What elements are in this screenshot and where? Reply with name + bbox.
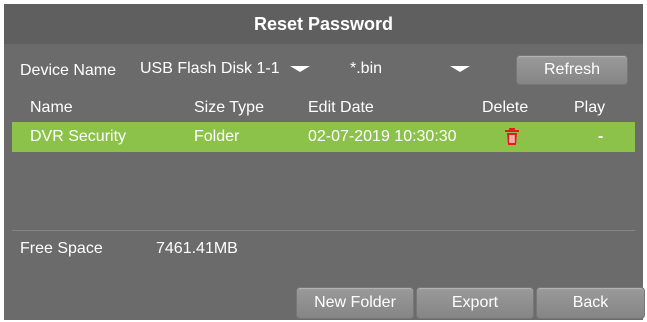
table-row[interactable]: DVR Security Folder 02-07-2019 10:30:30 … <box>12 122 635 152</box>
table-divider <box>12 230 635 231</box>
dialog-title: Reset Password <box>253 13 394 34</box>
file-filter-dropdown[interactable]: *.bin <box>350 60 470 78</box>
column-header-delete: Delete <box>482 99 529 116</box>
play-button[interactable]: - <box>598 122 603 152</box>
export-label: Export <box>451 294 499 311</box>
chevron-down-icon <box>289 66 310 72</box>
row-edit-date: 02-07-2019 10:30:30 <box>308 128 457 145</box>
column-header-name: Name <box>30 99 73 116</box>
device-name-value: USB Flash Disk 1-1 <box>140 60 280 77</box>
refresh-button[interactable]: Refresh <box>516 55 628 85</box>
new-folder-button[interactable]: New Folder <box>296 287 414 319</box>
device-name-label: Device Name <box>20 62 117 79</box>
row-size-type: Folder <box>194 128 240 145</box>
free-space-label: Free Space <box>20 240 103 257</box>
export-button[interactable]: Export <box>416 287 534 319</box>
chevron-down-icon <box>450 66 470 72</box>
back-button[interactable]: Back <box>536 287 645 319</box>
reset-password-dialog: Reset Password Device Name USB Flash Dis… <box>4 4 645 320</box>
new-folder-label: New Folder <box>314 294 396 311</box>
trash-icon[interactable] <box>504 128 520 146</box>
column-header-edit-date: Edit Date <box>308 99 374 116</box>
refresh-button-label: Refresh <box>543 61 601 78</box>
free-space-value: 7461.41MB <box>156 240 238 257</box>
dialog-title-bar: Reset Password <box>4 4 643 44</box>
row-name: DVR Security <box>30 128 127 145</box>
column-header-play: Play <box>574 99 606 116</box>
file-filter-value: *.bin <box>350 60 383 77</box>
column-header-size-type: Size Type <box>194 99 264 116</box>
table-header: Name Size Type Edit Date Delete Play <box>4 94 643 122</box>
file-table: DVR Security Folder 02-07-2019 10:30:30 … <box>12 122 635 228</box>
back-label: Back <box>572 294 609 311</box>
device-name-dropdown[interactable]: USB Flash Disk 1-1 <box>140 60 310 78</box>
